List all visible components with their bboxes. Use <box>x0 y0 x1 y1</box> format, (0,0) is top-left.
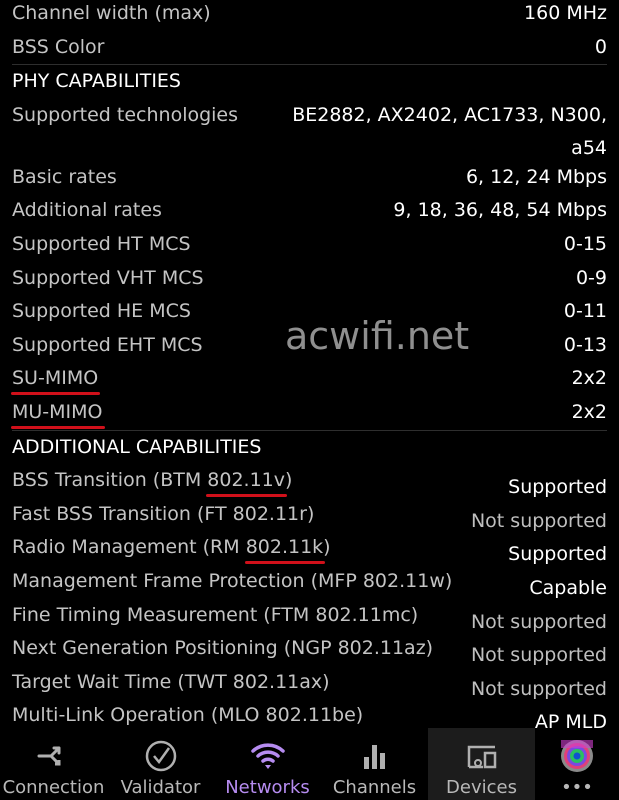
row-label-part: Management Frame Protection (MFP 802.11w… <box>12 569 453 592</box>
row-value: 0-11 <box>563 300 607 323</box>
section-title-additional: ADDITIONAL CAPABILITIES <box>12 435 262 458</box>
row-label: Radio Management (RM 802.11k) <box>12 531 331 565</box>
row-value: 0-15 <box>563 232 607 255</box>
connection-icon <box>36 734 72 778</box>
row-label: Fine Timing Measurement (FTM 802.11mc) <box>12 599 418 632</box>
detail-row: Channel width (max) 160 MHz <box>0 0 619 31</box>
row-label-text: Supported VHT MCS <box>12 266 204 289</box>
row-label-text: Basic rates <box>12 165 117 188</box>
tab-label: Validator <box>120 777 201 798</box>
row-label: Target Wait Time (TWT 802.11ax) <box>12 666 330 699</box>
detail-row: Supported VHT MCS 0-9 <box>0 262 619 296</box>
tab-label: Networks <box>225 777 310 798</box>
row-value: 160 MHz <box>524 2 607 24</box>
row-value: 0-9 <box>575 266 607 289</box>
tab-devices[interactable]: Devices <box>428 728 535 800</box>
detail-row: Basic rates 6, 12, 24 Mbps <box>0 161 619 195</box>
row-value: 0 <box>594 35 607 58</box>
capability-row: Fast BSS Transition (FT 802.11r) Not supp… <box>0 498 619 532</box>
check-circle-icon <box>144 734 178 778</box>
row-label-text: Supported technologies <box>12 103 239 126</box>
network-details: Channel width (max) 160 MHz BSS Color 0 … <box>0 0 619 733</box>
capability-row: Fine Timing Measurement (FTM 802.11mc) No… <box>0 599 619 633</box>
row-value: 2x2 <box>571 367 607 390</box>
row-value: 6, 12, 24 Mbps <box>465 165 607 188</box>
tab-validator[interactable]: Validator <box>107 728 214 800</box>
row-label: MU-MIMO <box>11 396 105 429</box>
row-label: Supported HE MCS <box>12 295 191 328</box>
row-label-part: Fast BSS Transition (FT 802.11r) <box>12 502 315 525</box>
row-label: Supported VHT MCS <box>12 262 204 295</box>
row-label-part: ) <box>285 469 293 492</box>
tab-label: Channels <box>332 777 417 798</box>
capability-row: Next Generation Positioning (NGP 802.11a… <box>0 632 619 666</box>
row-label-text: SU-MIMO <box>10 362 101 396</box>
tab-networks[interactable]: Networks <box>214 728 321 800</box>
detail-row: Supported HT MCS 0-15 <box>0 228 619 262</box>
row-label-part: Target Wait Time (TWT 802.11ax) <box>12 670 330 693</box>
row-value: 9, 18, 36, 48, 54 Mbps <box>393 199 607 222</box>
row-value: 0-13 <box>563 333 607 356</box>
row-label: Supported HT MCS <box>12 228 191 261</box>
row-label-part: Multi-Link Operation (MLO 802.11be) <box>12 704 364 727</box>
tab-connection[interactable]: Connection <box>0 728 107 800</box>
row-label: Next Generation Positioning (NGP 802.11a… <box>12 632 433 665</box>
detail-row: BSS Color 0 <box>0 31 619 65</box>
tab-channels[interactable]: Channels <box>321 728 428 800</box>
tab-label: Connection <box>2 777 105 798</box>
detail-row: SU-MIMO 2x2 <box>0 362 619 396</box>
detail-row: MU-MIMO 2x2 <box>0 396 619 430</box>
row-label: Channel width (max) <box>12 2 211 24</box>
row-label-text: Additional rates <box>12 199 162 222</box>
row-value: BE2882, AX2402, AC1733, N300, a54 <box>292 103 607 159</box>
more-dots: ••• <box>561 777 593 798</box>
row-label: Additional rates <box>12 194 162 227</box>
row-label: Fast BSS Transition (FT 802.11r) <box>12 498 314 531</box>
row-label: BSS Color <box>12 35 105 58</box>
row-label: Supported technologies <box>12 99 238 132</box>
capability-row: BSS Transition (BTM 802.11v) Supported <box>0 464 619 498</box>
row-label: SU-MIMO <box>10 362 101 396</box>
app-logo-icon <box>559 734 595 778</box>
row-label-text: Supported EHT MCS <box>12 333 203 356</box>
detail-row: Supported technologies BE2882, AX2402, AC… <box>0 99 619 161</box>
detail-row: Additional rates 9, 18, 36, 48, 54 Mbps <box>0 194 619 228</box>
row-label-part: Radio Management (RM <box>12 536 246 559</box>
capability-row: Target Wait Time (TWT 802.11ax) Not suppo… <box>0 666 619 700</box>
capability-row: Radio Management (RM 802.11k) Supported <box>0 531 619 565</box>
row-label: BSS Transition (BTM 802.11v) <box>12 464 293 498</box>
row-label: Supported EHT MCS <box>12 329 203 362</box>
row-label: Basic rates <box>12 161 117 194</box>
tab-more[interactable]: ••• <box>535 728 619 800</box>
devices-icon <box>465 734 499 778</box>
section-title-phy: PHY CAPABILITIES <box>12 70 181 93</box>
row-value: 2x2 <box>571 400 607 423</box>
bar-chart-icon <box>360 734 390 778</box>
wifi-icon <box>250 734 286 778</box>
row-label-text: MU-MIMO <box>11 396 105 429</box>
tab-label: Devices <box>446 777 517 798</box>
bottom-navigation: Connection Validator Networks Channels D… <box>0 728 619 800</box>
row-label-part: ) <box>323 536 331 559</box>
watermark: acwifi.net <box>285 314 470 358</box>
row-label-part: BSS Transition (BTM <box>12 469 208 492</box>
row-label-part: 802.11k <box>244 531 326 565</box>
row-label: Management Frame Protection (MFP 802.11w… <box>12 565 452 598</box>
row-label-text: Supported HT MCS <box>12 232 191 255</box>
row-label-part: Next Generation Positioning (NGP 802.11a… <box>12 637 434 660</box>
row-label-part: Fine Timing Measurement (FTM 802.11mc) <box>12 603 419 626</box>
row-label-text: Supported HE MCS <box>12 300 191 323</box>
row-label-part: 802.11v <box>206 464 287 498</box>
